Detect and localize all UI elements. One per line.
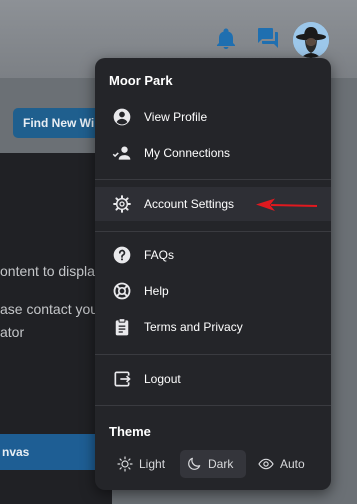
menu-item-my-connections[interactable]: My Connections xyxy=(95,136,331,170)
menu-item-label: Help xyxy=(144,284,169,298)
clipboard-icon xyxy=(112,317,132,337)
menu-divider xyxy=(95,179,331,180)
contact-text-line2: ator xyxy=(0,324,25,340)
menu-item-label: My Connections xyxy=(144,146,231,160)
user-avatar[interactable] xyxy=(293,22,329,58)
menu-item-logout[interactable]: Logout xyxy=(95,362,331,396)
user-dropdown-menu: Moor Park View Profile My Connections Ac… xyxy=(95,58,331,490)
empty-state-text: ontent to displa xyxy=(0,263,95,279)
annotation-arrow-icon xyxy=(255,196,319,214)
theme-option-light[interactable]: Light xyxy=(111,450,173,478)
menu-item-help[interactable]: Help xyxy=(95,274,331,308)
menu-divider xyxy=(95,231,331,232)
menu-divider xyxy=(95,405,331,406)
menu-item-label: Account Settings xyxy=(144,197,235,211)
contact-text: ase contact you xyxy=(0,301,99,317)
menu-item-faqs[interactable]: FAQs xyxy=(95,238,331,272)
lifebuoy-icon xyxy=(112,281,132,301)
logout-icon xyxy=(112,369,132,389)
theme-option-auto[interactable]: Auto xyxy=(252,450,314,478)
chat-icon[interactable] xyxy=(256,26,280,50)
gear-icon xyxy=(112,194,132,214)
connections-icon xyxy=(112,143,132,163)
menu-item-label: View Profile xyxy=(144,110,208,124)
theme-option-label: Auto xyxy=(280,457,305,471)
bell-icon[interactable] xyxy=(214,27,238,51)
user-circle-icon xyxy=(112,107,132,127)
menu-item-label: FAQs xyxy=(144,248,175,262)
theme-option-label: Dark xyxy=(208,457,234,471)
menu-divider xyxy=(95,354,331,355)
theme-option-label: Light xyxy=(139,457,166,471)
menu-user-name: Moor Park xyxy=(109,73,173,88)
sun-icon xyxy=(117,456,133,472)
moon-icon xyxy=(186,456,202,472)
menu-item-terms-privacy[interactable]: Terms and Privacy xyxy=(95,310,331,344)
theme-option-dark[interactable]: Dark xyxy=(180,450,246,478)
menu-item-label: Logout xyxy=(144,372,181,386)
eye-icon xyxy=(258,456,274,472)
menu-item-view-profile[interactable]: View Profile xyxy=(95,100,331,134)
question-circle-icon xyxy=(112,245,132,265)
theme-section-title: Theme xyxy=(109,424,151,439)
menu-item-label: Terms and Privacy xyxy=(144,320,243,334)
